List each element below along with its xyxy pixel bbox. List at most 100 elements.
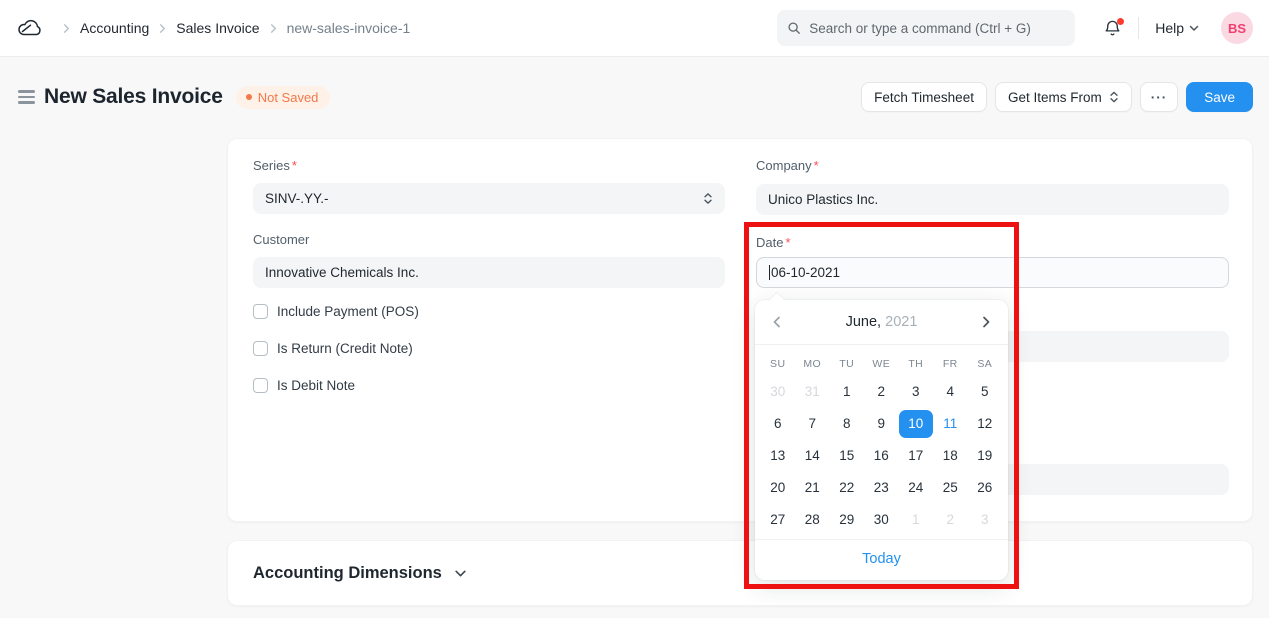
series-value: SINV-.YY.-: [265, 191, 329, 206]
calendar-day[interactable]: 25: [933, 474, 968, 502]
calendar-day[interactable]: 5: [968, 378, 1003, 406]
date-label: Date*: [756, 235, 791, 250]
invoice-form-card: Series* SINV-.YY.- Customer Innovative C…: [227, 138, 1253, 522]
company-label: Company*: [756, 158, 819, 173]
checkbox-unchecked-icon[interactable]: [253, 341, 268, 356]
calendar-footer: Today: [755, 539, 1008, 578]
calendar-day-headers: SU MO TU WE TH FR SA: [761, 354, 1003, 374]
help-menu[interactable]: Help: [1155, 20, 1199, 36]
checkbox-unchecked-icon[interactable]: [253, 378, 268, 393]
calendar-day[interactable]: 16: [864, 442, 899, 470]
customer-field[interactable]: Innovative Chemicals Inc.: [253, 257, 725, 288]
calendar-day[interactable]: 15: [830, 442, 865, 470]
day-header: MO: [795, 354, 830, 374]
global-search[interactable]: [777, 10, 1075, 46]
calendar-day[interactable]: 30: [864, 506, 899, 534]
required-asterisk: *: [785, 235, 790, 250]
calendar-day[interactable]: 8: [830, 410, 865, 438]
calendar-day: 2: [933, 506, 968, 534]
select-carets-icon: [703, 192, 713, 205]
frappe-cloud-logo-icon[interactable]: [16, 17, 43, 39]
next-month-button[interactable]: [979, 315, 993, 329]
search-input[interactable]: [809, 21, 1065, 36]
select-carets-icon: [1109, 91, 1119, 103]
chevron-right-icon: [158, 24, 167, 33]
search-icon: [787, 21, 801, 35]
customer-value: Innovative Chemicals Inc.: [265, 265, 419, 280]
calendar-day[interactable]: 4: [933, 378, 968, 406]
calendar-day[interactable]: 17: [899, 442, 934, 470]
chevron-down-icon: [1189, 23, 1199, 33]
calendar-day[interactable]: 3: [899, 378, 934, 406]
today-button[interactable]: Today: [862, 551, 901, 567]
notification-dot: [1117, 18, 1124, 25]
customer-label: Customer: [253, 232, 309, 247]
calendar-day: 31: [795, 378, 830, 406]
checkbox-label: Include Payment (POS): [277, 304, 419, 319]
calendar-day[interactable]: 12: [968, 410, 1003, 438]
calendar-day[interactable]: 18: [933, 442, 968, 470]
day-header: FR: [933, 354, 968, 374]
series-label: Series*: [253, 158, 297, 173]
checkbox-unchecked-icon[interactable]: [253, 304, 268, 319]
calendar-day[interactable]: 6: [761, 410, 796, 438]
required-asterisk: *: [292, 158, 297, 173]
fetch-timesheet-button[interactable]: Fetch Timesheet: [861, 82, 987, 112]
required-asterisk: *: [814, 158, 819, 173]
calendar-day[interactable]: 24: [899, 474, 934, 502]
series-select[interactable]: SINV-.YY.-: [253, 183, 725, 214]
calendar-day: 30: [761, 378, 796, 406]
day-header: SA: [968, 354, 1003, 374]
calendar-day[interactable]: 21: [795, 474, 830, 502]
chevron-down-icon: [454, 567, 467, 580]
calendar-day[interactable]: 26: [968, 474, 1003, 502]
calendar-month-year: June, 2021: [846, 314, 918, 330]
divider: [1138, 17, 1139, 39]
calendar-day-grid: 3031123456789101112131415161718192021222…: [761, 376, 1003, 536]
breadcrumb-sales-invoice[interactable]: Sales Invoice: [176, 20, 259, 36]
more-actions-button[interactable]: ···: [1140, 82, 1179, 112]
accounting-dimensions-toggle[interactable]: Accounting Dimensions: [253, 564, 467, 583]
calendar-day[interactable]: 7: [795, 410, 830, 438]
calendar-day: 3: [968, 506, 1003, 534]
calendar-day[interactable]: 23: [864, 474, 899, 502]
calendar-month: June,: [846, 314, 881, 330]
sidebar-toggle-icon[interactable]: [18, 90, 35, 104]
user-avatar[interactable]: BS: [1221, 12, 1253, 44]
calendar-day[interactable]: 29: [830, 506, 865, 534]
help-label: Help: [1155, 20, 1184, 36]
breadcrumb-accounting[interactable]: Accounting: [80, 20, 149, 36]
calendar-day[interactable]: 27: [761, 506, 796, 534]
calendar-day[interactable]: 1: [830, 378, 865, 406]
date-picker-popup: June, 2021 SU MO TU WE TH FR SA 30311234…: [755, 300, 1008, 580]
calendar-day[interactable]: 20: [761, 474, 796, 502]
save-button[interactable]: Save: [1186, 82, 1253, 112]
date-value: 06-10-2021: [771, 265, 840, 280]
calendar-day[interactable]: 19: [968, 442, 1003, 470]
calendar-day[interactable]: 13: [761, 442, 796, 470]
checkbox-label: Is Return (Credit Note): [277, 341, 413, 356]
text-cursor: [769, 265, 770, 280]
calendar-header: June, 2021: [755, 300, 1008, 345]
is-debit-note-checkbox-row[interactable]: Is Debit Note: [253, 378, 355, 393]
company-field[interactable]: Unico Plastics Inc.: [756, 184, 1229, 215]
date-input[interactable]: 06-10-2021: [756, 257, 1229, 288]
calendar-day[interactable]: 2: [864, 378, 899, 406]
status-badge: Not Saved: [236, 86, 331, 109]
day-header: WE: [864, 354, 899, 374]
include-payment-checkbox-row[interactable]: Include Payment (POS): [253, 304, 419, 319]
get-items-from-button[interactable]: Get Items From: [995, 82, 1132, 112]
calendar-day-today[interactable]: 11: [933, 410, 968, 438]
calendar-day[interactable]: 9: [864, 410, 899, 438]
calendar-day[interactable]: 28: [795, 506, 830, 534]
calendar-day[interactable]: 22: [830, 474, 865, 502]
day-header: TH: [899, 354, 934, 374]
chevron-right-icon: [62, 24, 71, 33]
calendar-day[interactable]: 14: [795, 442, 830, 470]
page-header: New Sales Invoice Not Saved Fetch Timesh…: [0, 80, 1269, 114]
is-return-checkbox-row[interactable]: Is Return (Credit Note): [253, 341, 413, 356]
previous-month-button[interactable]: [770, 315, 784, 329]
calendar-day-selected[interactable]: 10: [899, 410, 934, 438]
company-value: Unico Plastics Inc.: [768, 192, 878, 207]
notifications-bell-icon[interactable]: [1103, 19, 1122, 38]
